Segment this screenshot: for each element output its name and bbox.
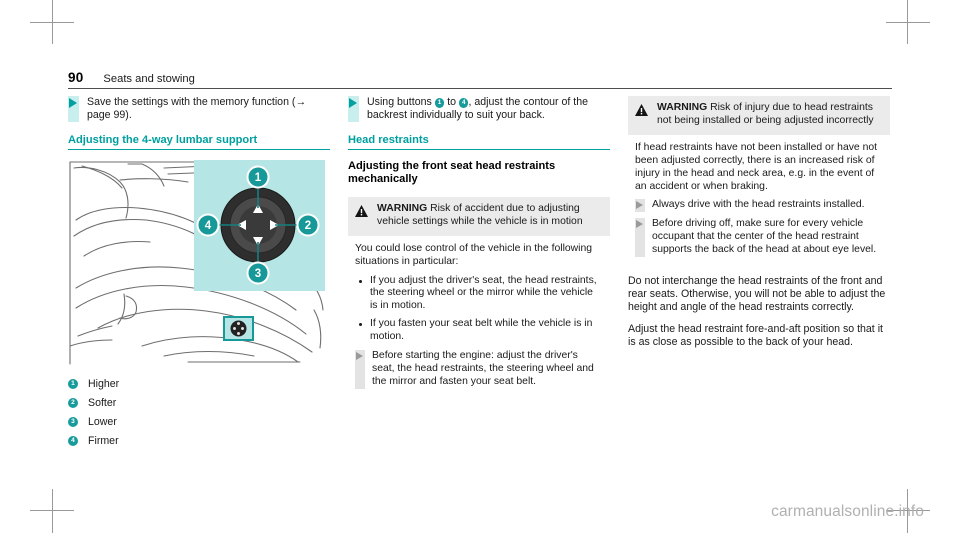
legend-item: 4 Firmer — [68, 435, 330, 447]
svg-text:4: 4 — [205, 220, 212, 232]
svg-text:1: 1 — [255, 172, 262, 184]
legend-badge: 2 — [68, 397, 78, 408]
legend-badge: 4 — [68, 435, 78, 446]
warning-step: Before starting the engine: adjust the d… — [355, 350, 602, 389]
legend-label: Softer — [88, 396, 117, 409]
warning-triangle-icon — [355, 203, 368, 229]
seat-illustration: 1 2 3 4 — [68, 159, 325, 366]
gray-arrow-icon — [355, 350, 365, 389]
legend-badge: 3 — [68, 416, 78, 427]
step-text: Save the settings with the memory functi… — [87, 96, 307, 122]
warning-bullet: If you fasten your seat belt while the v… — [355, 318, 602, 344]
step-mid: to — [447, 96, 457, 108]
warning-intro: You could lose control of the vehicle in… — [355, 242, 593, 267]
callout-4: 4 — [196, 213, 220, 237]
warning-box-head-restraints: WARNING Risk of injury due to head restr… — [628, 96, 890, 266]
warning-header: WARNING Risk of injury due to head restr… — [628, 96, 890, 135]
heading-head-restraints: Head restraints — [348, 134, 610, 150]
warning-body: You could lose control of the vehicle in… — [348, 235, 610, 397]
figure-lumbar-support: 1 2 3 4 — [68, 159, 325, 366]
callout-2: 2 — [296, 213, 320, 237]
heading-lumbar-support: Adjusting the 4-way lumbar support — [68, 134, 330, 150]
warning-header-text: WARNING Risk of accident due to adjustin… — [377, 203, 602, 229]
warning-header-text: WARNING Risk of injury due to head restr… — [657, 102, 882, 128]
warning-step: Always drive with the head restraints in… — [635, 199, 882, 213]
legend-label: Lower — [88, 415, 117, 428]
legend-item: 1 Higher — [68, 378, 330, 390]
step-save-settings: Save the settings with the memory functi… — [68, 96, 330, 123]
left-column: Save the settings with the memory functi… — [68, 96, 330, 454]
step-using-buttons: Using buttons 1 to 4, adjust the contour… — [348, 96, 610, 123]
paragraph-interchange: Do not interchange the head restraints o… — [628, 275, 886, 314]
legend-badge: 1 — [68, 378, 78, 389]
step-arrow-icon — [68, 96, 79, 123]
warning-step-text: Before driving off, make sure for every … — [652, 218, 877, 256]
warning-step-text: Before starting the engine: adjust the d… — [372, 350, 594, 387]
callout-1: 1 — [246, 165, 270, 189]
gray-arrow-icon — [635, 218, 645, 258]
legend-label: Firmer — [88, 434, 119, 447]
page-header: 90 Seats and stowing — [68, 70, 892, 89]
svg-text:3: 3 — [255, 268, 261, 280]
subheading-adjusting-mechanically: Adjusting the front seat head restraints… — [348, 159, 556, 186]
page-number: 90 — [68, 70, 84, 85]
watermark: carmanualsonline.info — [771, 503, 924, 520]
warning-intro: If head restraints have not been install… — [635, 141, 878, 192]
warning-step-text: Always drive with the head restraints in… — [652, 199, 865, 211]
paragraph-fore-aft: Adjust the head restraint fore-and-aft p… — [628, 323, 883, 349]
step-prefix: Using buttons — [367, 96, 432, 108]
inline-badge-1: 1 — [434, 98, 445, 108]
step-text: Using buttons 1 to 4, adjust the contour… — [367, 96, 610, 122]
right-column: WARNING Risk of injury due to head restr… — [628, 96, 890, 454]
step-arrow-icon — [348, 96, 359, 123]
content-columns: Save the settings with the memory functi… — [68, 96, 892, 454]
seat-control-highlight — [223, 315, 254, 341]
figure-legend: 1 Higher 2 Softer 3 Lower 4 Firmer — [68, 378, 330, 447]
legend-item: 2 Softer — [68, 397, 330, 409]
warning-triangle-icon — [635, 102, 648, 128]
chapter-title: Seats and stowing — [103, 73, 195, 85]
svg-text:2: 2 — [305, 220, 311, 232]
callout-3: 3 — [246, 261, 270, 285]
legend-item: 3 Lower — [68, 416, 330, 428]
gray-arrow-icon — [635, 199, 645, 213]
warning-label: WARNING — [377, 202, 428, 214]
warning-box-accident: WARNING Risk of accident due to adjustin… — [348, 196, 610, 397]
middle-column: Using buttons 1 to 4, adjust the contour… — [348, 96, 610, 454]
warning-bullet-list: If you adjust the driver's seat, the hea… — [355, 275, 602, 345]
warning-step: Before driving off, make sure for every … — [635, 218, 882, 258]
warning-header: WARNING Risk of accident due to adjustin… — [348, 196, 610, 236]
legend-label: Higher — [88, 377, 120, 390]
warning-bullet: If you adjust the driver's seat, the hea… — [355, 275, 602, 314]
warning-label: WARNING — [657, 102, 708, 113]
warning-body: If head restraints have not been install… — [628, 134, 890, 266]
